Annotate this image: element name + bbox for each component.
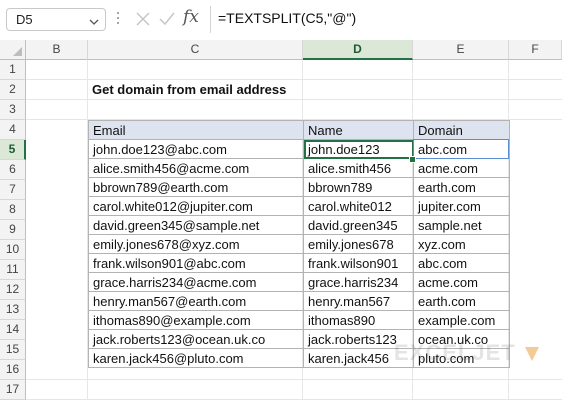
- header-name[interactable]: Name: [303, 120, 414, 140]
- email-cell[interactable]: karen.jack456@pluto.com: [88, 348, 304, 368]
- table-row: grace.harris234@acme.com grace.harris234…: [88, 272, 510, 292]
- cancel-icon[interactable]: [133, 9, 153, 29]
- email-cell[interactable]: frank.wilson901@abc.com: [88, 253, 304, 273]
- gridline: [26, 79, 562, 80]
- email-cell[interactable]: jack.roberts123@ocean.uk.co: [88, 329, 304, 349]
- exceljet-logo-icon: [523, 345, 541, 368]
- domain-cell[interactable]: acme.com: [413, 158, 510, 178]
- row-header-14[interactable]: 14: [0, 320, 26, 340]
- formula-input[interactable]: =TEXTSPLIT(C5,"@"): [218, 10, 356, 26]
- table-row: emily.jones678@xyz.com emily.jones678 xy…: [88, 234, 510, 254]
- row-header-5[interactable]: 5: [0, 140, 26, 160]
- domain-cell[interactable]: abc.com: [413, 253, 510, 273]
- row-header-13[interactable]: 13: [0, 300, 26, 320]
- domain-cell[interactable]: xyz.com: [413, 234, 510, 254]
- row-header-7[interactable]: 7: [0, 180, 26, 200]
- domain-cell[interactable]: earth.com: [413, 291, 510, 311]
- table-row: henry.man567@earth.com henry.man567 eart…: [88, 291, 510, 311]
- name-box-value: D5: [16, 12, 33, 27]
- table-header-row: Email Name Domain: [88, 120, 510, 140]
- email-cell[interactable]: ithomas890@example.com: [88, 310, 304, 330]
- column-header-d[interactable]: D: [303, 40, 413, 60]
- email-table: Email Name Domain john.doe123@abc.com jo…: [88, 120, 510, 368]
- active-cell[interactable]: john.doe123: [303, 139, 414, 159]
- table-row: ithomas890@example.com ithomas890 exampl…: [88, 310, 510, 330]
- header-domain[interactable]: Domain: [413, 120, 510, 140]
- email-cell[interactable]: carol.white012@jupiter.com: [88, 196, 304, 216]
- column-header-b[interactable]: B: [26, 40, 88, 60]
- column-header-f[interactable]: F: [509, 40, 562, 60]
- fill-handle[interactable]: [409, 156, 416, 163]
- table-row: frank.wilson901@abc.com frank.wilson901 …: [88, 253, 510, 273]
- enter-check-icon[interactable]: [157, 9, 177, 29]
- table-row: john.doe123@abc.com john.doe123 abc.com: [88, 139, 510, 159]
- row-header-17[interactable]: 17: [0, 380, 26, 400]
- column-header-e[interactable]: E: [413, 40, 509, 60]
- gridline: [26, 99, 562, 100]
- row-header-3[interactable]: 3: [0, 100, 26, 120]
- name-cell[interactable]: david.green345: [303, 215, 414, 235]
- email-cell[interactable]: emily.jones678@xyz.com: [88, 234, 304, 254]
- row-header-12[interactable]: 12: [0, 280, 26, 300]
- domain-cell[interactable]: earth.com: [413, 177, 510, 197]
- domain-cell[interactable]: sample.net: [413, 215, 510, 235]
- header-email[interactable]: Email: [88, 120, 304, 140]
- email-cell[interactable]: grace.harris234@acme.com: [88, 272, 304, 292]
- domain-cell[interactable]: acme.com: [413, 272, 510, 292]
- table-row: carol.white012@jupiter.com carol.white01…: [88, 196, 510, 216]
- row-header-10[interactable]: 10: [0, 240, 26, 260]
- name-cell[interactable]: frank.wilson901: [303, 253, 414, 273]
- formula-bar-divider: [210, 6, 211, 33]
- email-cell[interactable]: john.doe123@abc.com: [88, 139, 304, 159]
- column-header-c[interactable]: C: [88, 40, 303, 60]
- email-cell[interactable]: david.green345@sample.net: [88, 215, 304, 235]
- exceljet-watermark: EXCELJET: [394, 340, 516, 365]
- name-cell[interactable]: grace.harris234: [303, 272, 414, 292]
- chevron-down-icon[interactable]: [89, 14, 99, 32]
- row-header-9[interactable]: 9: [0, 220, 26, 240]
- row-header-8[interactable]: 8: [0, 200, 26, 220]
- formula-bar: D5 fx =TEXTSPLIT(C5,"@"): [0, 0, 562, 40]
- name-cell[interactable]: henry.man567: [303, 291, 414, 311]
- name-cell[interactable]: ithomas890: [303, 310, 414, 330]
- drag-handle-icon[interactable]: [117, 12, 120, 27]
- table-row: bbrown789@earth.com bbrown789 earth.com: [88, 177, 510, 197]
- name-box[interactable]: D5: [6, 8, 106, 31]
- row-header-6[interactable]: 6: [0, 160, 26, 180]
- row-header-2[interactable]: 2: [0, 80, 26, 100]
- row-header-15[interactable]: 15: [0, 340, 26, 360]
- name-cell[interactable]: emily.jones678: [303, 234, 414, 254]
- email-cell[interactable]: bbrown789@earth.com: [88, 177, 304, 197]
- select-all-button[interactable]: [0, 40, 26, 60]
- name-cell[interactable]: carol.white012: [303, 196, 414, 216]
- table-row: david.green345@sample.net david.green345…: [88, 215, 510, 235]
- email-cell[interactable]: henry.man567@earth.com: [88, 291, 304, 311]
- row-header-1[interactable]: 1: [0, 60, 26, 80]
- domain-cell[interactable]: abc.com: [413, 139, 510, 159]
- row-header-16[interactable]: 16: [0, 360, 26, 380]
- row-header-4[interactable]: 4: [0, 120, 26, 140]
- insert-function-icon[interactable]: fx: [183, 7, 199, 27]
- table-row: alice.smith456@acme.com alice.smith456 a…: [88, 158, 510, 178]
- name-cell[interactable]: bbrown789: [303, 177, 414, 197]
- row-header-11[interactable]: 11: [0, 260, 26, 280]
- domain-cell[interactable]: example.com: [413, 310, 510, 330]
- domain-cell[interactable]: jupiter.com: [413, 196, 510, 216]
- email-cell[interactable]: alice.smith456@acme.com: [88, 158, 304, 178]
- name-cell[interactable]: alice.smith456: [303, 158, 414, 178]
- sheet-title: Get domain from email address: [92, 82, 287, 97]
- gridline: [26, 379, 562, 380]
